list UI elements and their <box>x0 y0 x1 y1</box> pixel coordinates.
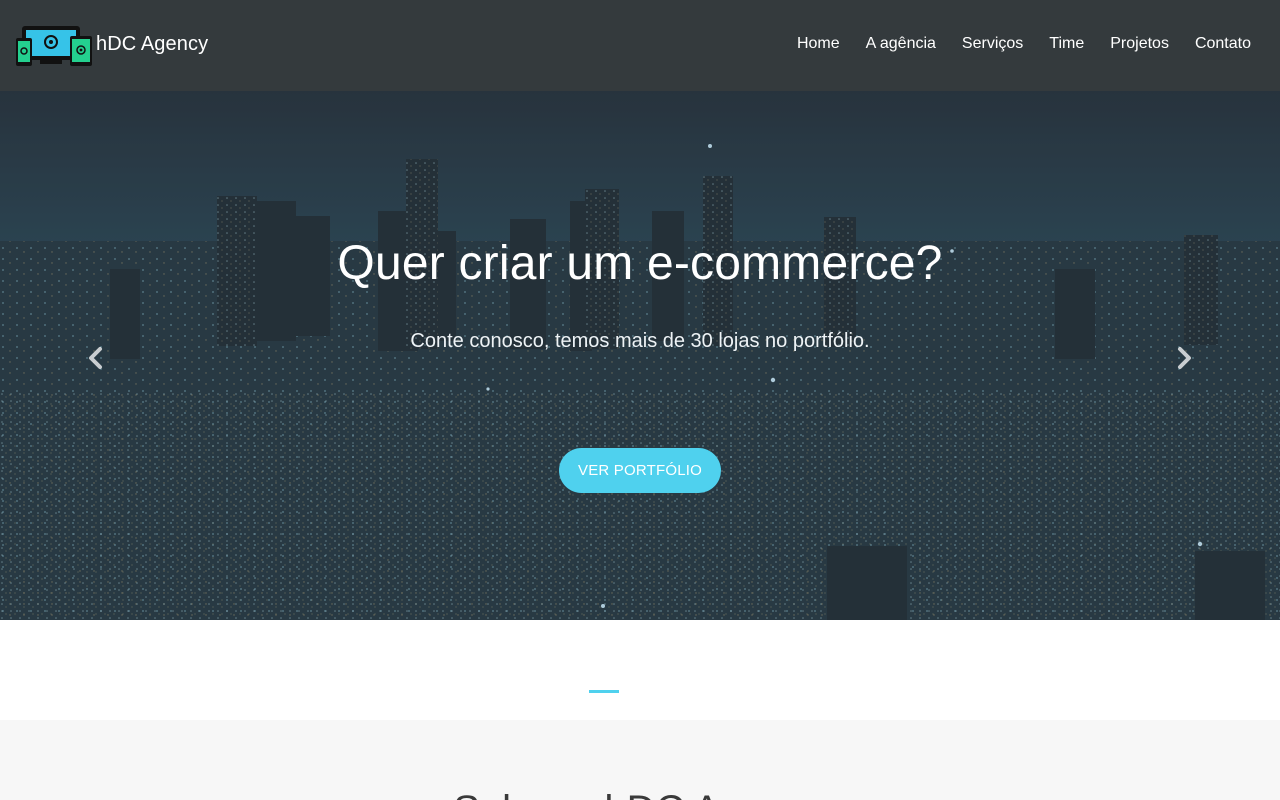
hero-carousel: Quer criar um e-commerce? Conte conosco,… <box>0 91 1280 620</box>
hero-title: Quer criar um e-commerce? <box>337 237 943 290</box>
devices-logo-icon <box>16 26 92 66</box>
hero-overlay <box>0 91 1280 620</box>
nav-item-projetos[interactable]: Projetos <box>1110 35 1169 53</box>
navbar: hDC Agency Home A agência Serviços Time … <box>0 0 1280 91</box>
hero-subtitle: Conte conosco, temos mais de 30 lojas no… <box>410 330 870 352</box>
nav-item-time[interactable]: Time <box>1049 35 1084 53</box>
nav-item-agencia[interactable]: A agência <box>866 35 936 53</box>
intro-separator <box>0 620 1280 720</box>
brand[interactable]: hDC Agency <box>16 24 208 68</box>
chevron-right-icon[interactable] <box>1172 343 1196 373</box>
accent-divider <box>589 690 619 693</box>
about-heading: Sobre a hDC Agency <box>0 788 1280 800</box>
nav-item-servicos[interactable]: Serviços <box>962 35 1023 53</box>
nav-item-contato[interactable]: Contato <box>1195 35 1251 53</box>
chevron-left-icon[interactable] <box>84 343 108 373</box>
about-section: Sobre a hDC Agency <box>0 720 1280 800</box>
nav-item-home[interactable]: Home <box>797 35 840 53</box>
brand-name: hDC Agency <box>96 32 209 55</box>
view-portfolio-button[interactable]: VER PORTFÓLIO <box>559 448 721 493</box>
main-nav: Home A agência Serviços Time Projetos Co… <box>771 35 1251 53</box>
